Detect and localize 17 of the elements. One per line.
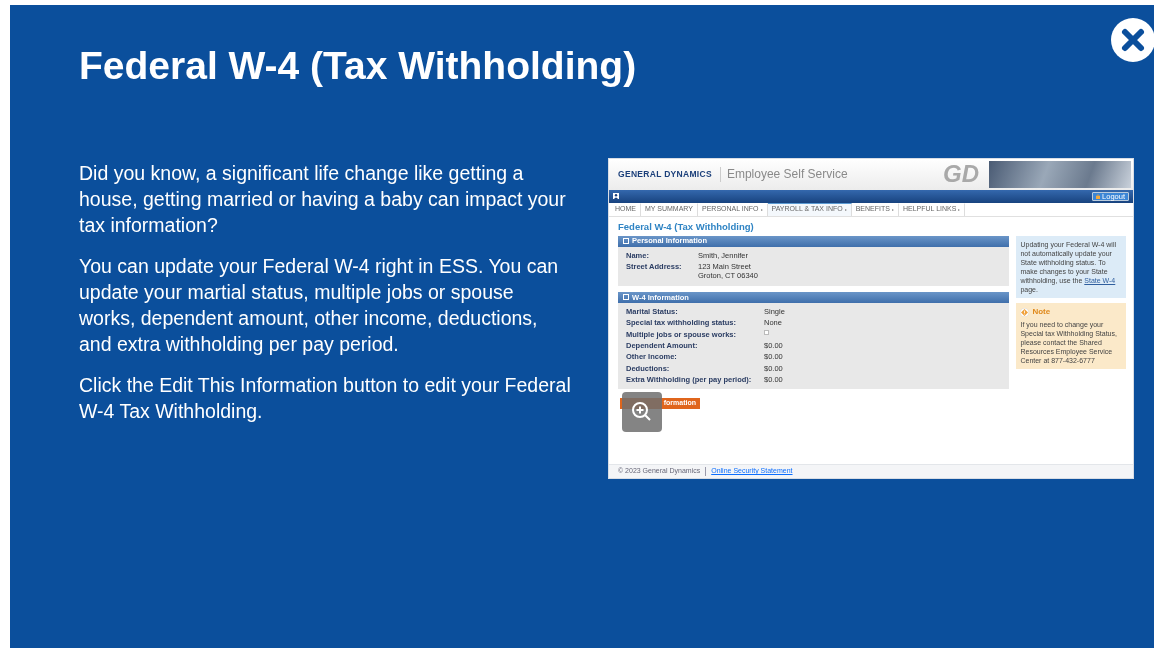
zoom-button[interactable] <box>622 392 662 433</box>
checkbox[interactable] <box>764 329 769 335</box>
slide-paragraph: Click the Edit This Information button to edit your Federal W-4 Tax Withholding. <box>79 372 571 424</box>
lock-icon <box>1096 193 1101 199</box>
slide-title: Federal W-4 (Tax Withholding) <box>79 43 638 89</box>
page-title: Federal W-4 (Tax Withholding) <box>617 219 755 234</box>
close-icon[interactable] <box>1110 17 1154 63</box>
slide-paragraph: You can update your Federal W-4 right in ESS. You can update your martial status, multiple jobs or spouse works, dependent amount, other income, deductions, and extra withholding per pay period. <box>79 253 560 357</box>
user-icon[interactable] <box>613 193 619 200</box>
app-title: Employee Self Service <box>719 166 848 182</box>
brand-logo: GENERAL DYNAMICS <box>617 169 713 180</box>
logo-mark: GD <box>943 159 979 190</box>
warning-icon <box>1020 307 1030 317</box>
collapse-icon <box>623 238 629 245</box>
slide-paragraph: Did you know, a significant life change like getting a house, getting married or having a baby can impact your tax information? <box>79 160 567 238</box>
collapse-icon <box>623 294 629 301</box>
note-title: Note <box>1032 307 1051 318</box>
